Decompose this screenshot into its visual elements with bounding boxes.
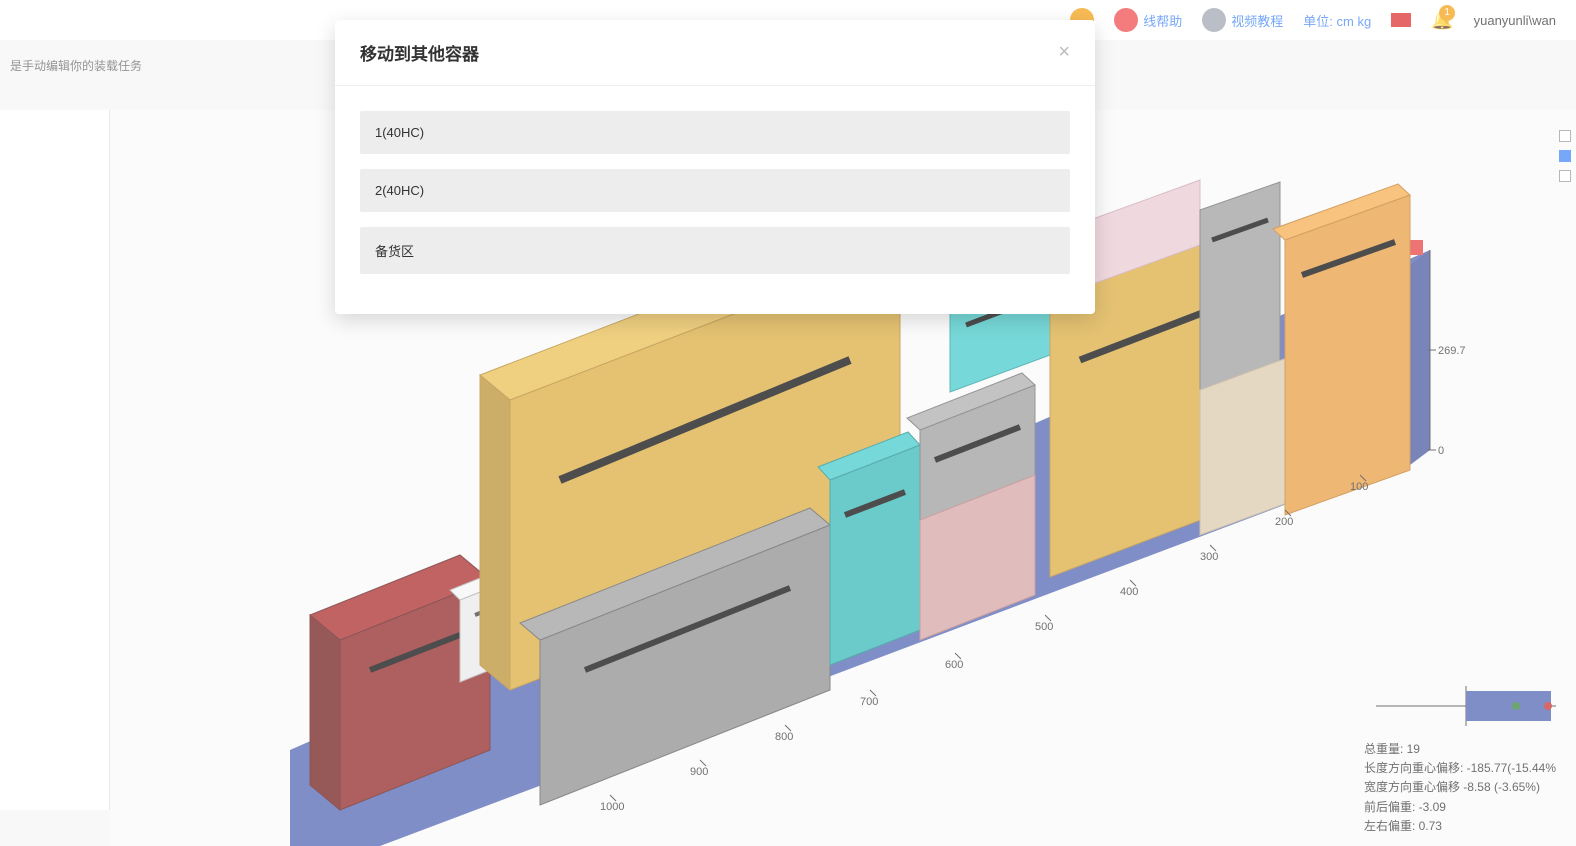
modal-title: 移动到其他容器 (360, 40, 479, 65)
close-icon[interactable]: × (1058, 41, 1070, 64)
modal-body: 1(40HC) 2(40HC) 备货区 (335, 86, 1095, 314)
container-option-2[interactable]: 2(40HC) (360, 169, 1070, 212)
container-option-1[interactable]: 1(40HC) (360, 111, 1070, 154)
container-option-staging[interactable]: 备货区 (360, 227, 1070, 274)
move-to-container-modal: 移动到其他容器 × 1(40HC) 2(40HC) 备货区 (335, 20, 1095, 314)
modal-header: 移动到其他容器 × (335, 20, 1095, 86)
